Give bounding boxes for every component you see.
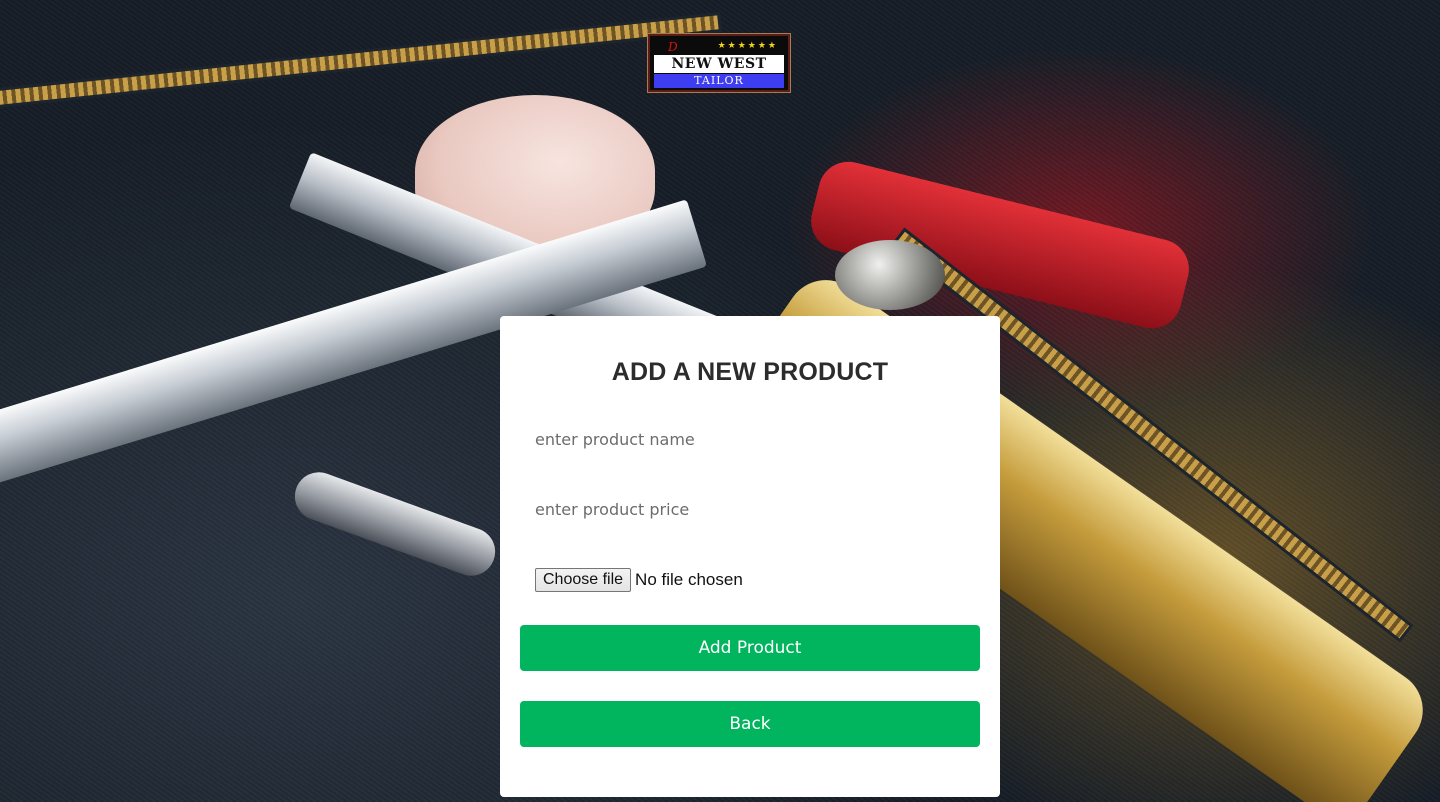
logo-stars: ★★★★★★ (717, 41, 778, 51)
brand-logo: D ★★★★★★ NEW WEST TAILOR (648, 34, 790, 92)
back-button[interactable]: Back (520, 701, 980, 747)
product-price-input[interactable] (520, 489, 980, 529)
add-product-button[interactable]: Add Product (520, 625, 980, 671)
logo-mark: D (668, 40, 678, 54)
choose-file-button[interactable]: Choose file (535, 568, 632, 592)
scissor-screw-decoration (835, 240, 945, 310)
product-name-input[interactable] (520, 419, 980, 459)
logo-line-2: TAILOR (654, 74, 784, 88)
file-input[interactable]: Choose file No file chosen (535, 568, 743, 592)
logo-top-band: D ★★★★★★ (654, 40, 784, 54)
logo-line-1: NEW WEST (654, 55, 784, 73)
page-title: ADD A NEW PRODUCT (611, 358, 889, 386)
add-product-card: ADD A NEW PRODUCT Choose file No file ch… (500, 316, 1000, 797)
file-status-text: No file chosen (635, 570, 743, 589)
